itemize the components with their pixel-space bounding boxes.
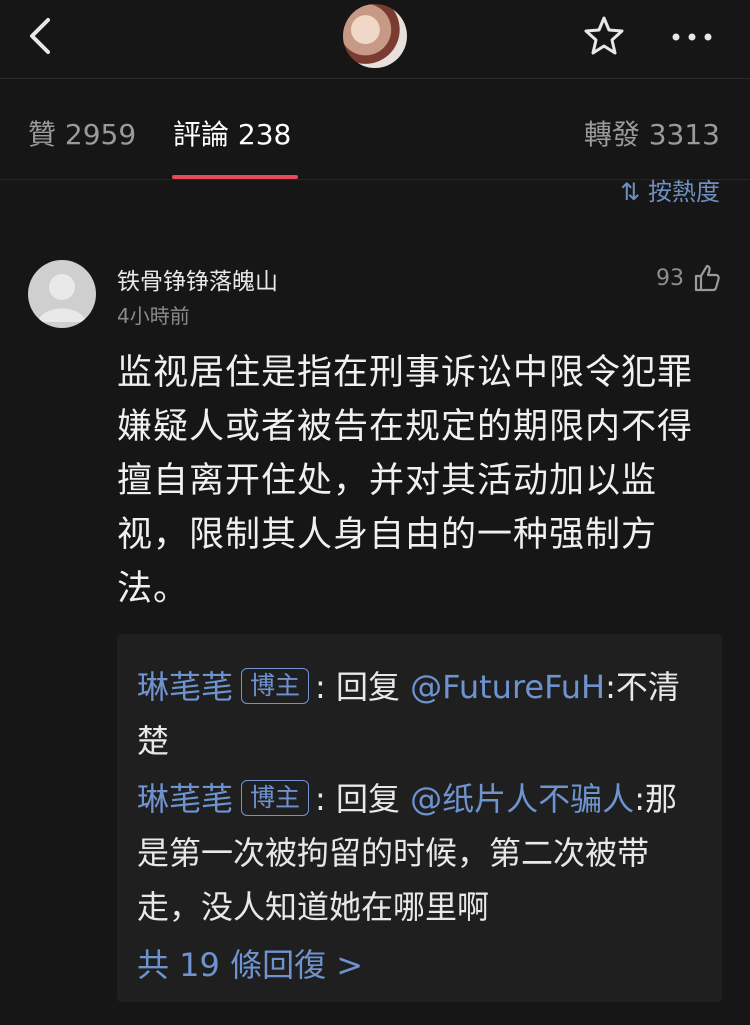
reply-mention[interactable]: @FutureFuH [410, 668, 605, 706]
top-bar [0, 0, 750, 79]
reply-mention[interactable]: @纸片人不骗人 [410, 780, 634, 818]
reply-author[interactable]: 琳芼芼 [137, 780, 233, 818]
thumbs-up-icon [694, 264, 720, 292]
tab-likes[interactable]: 贊 2959 [28, 113, 136, 153]
tab-bar: 贊 2959 評論 238 轉發 3313 [0, 79, 750, 180]
poster-avatar[interactable] [343, 4, 407, 68]
reply-prefix: : 回复 [315, 668, 411, 706]
favorite-button[interactable] [582, 14, 626, 58]
reply-item: 琳芼芼 博主: 回复 @纸片人不骗人:那是第一次被拘留的时候，第二次被带走，没人知… [137, 772, 697, 934]
commenter-name[interactable]: 铁骨铮铮落魄山 [117, 262, 278, 296]
star-icon [584, 16, 624, 55]
blogger-badge: 博主 [241, 780, 310, 816]
tab-comments[interactable]: 評論 238 [173, 113, 291, 153]
sort-icon: ⇅ [620, 178, 648, 206]
replies-box[interactable]: 琳芼芼 博主: 回复 @FutureFuH:不清楚 琳芼芼 博主: 回复 @纸片人不… [117, 634, 722, 1002]
active-tab-indicator [172, 175, 298, 179]
sort-button[interactable]: ⇅ 按熱度 [620, 172, 720, 207]
tab-reposts[interactable]: 轉發 3313 [584, 113, 720, 153]
more-button[interactable] [670, 22, 714, 52]
like-count: 93 [656, 265, 684, 291]
commenter-avatar[interactable] [28, 260, 96, 328]
reply-item: 琳芼芼 博主: 回复 @FutureFuH:不清楚 [137, 660, 697, 768]
back-button[interactable] [24, 16, 60, 56]
reply-author[interactable]: 琳芼芼 [137, 668, 233, 706]
default-avatar-icon [38, 274, 86, 322]
more-horizontal-icon [672, 33, 712, 41]
comment-like-button[interactable]: 93 [656, 262, 722, 294]
comment-time: 4小時前 [117, 304, 190, 328]
comment-text: 监视居住是指在刑事诉讼中限令犯罪嫌疑人或者被告在规定的期限内不得擅自离开住处，并… [117, 353, 694, 609]
reply-prefix: : 回复 [315, 780, 411, 818]
chevron-left-icon [30, 18, 50, 54]
sort-label: 按熱度 [648, 178, 720, 206]
view-more-replies-link[interactable]: 共 19 條回復 > [137, 940, 363, 986]
blogger-badge: 博主 [241, 668, 310, 704]
